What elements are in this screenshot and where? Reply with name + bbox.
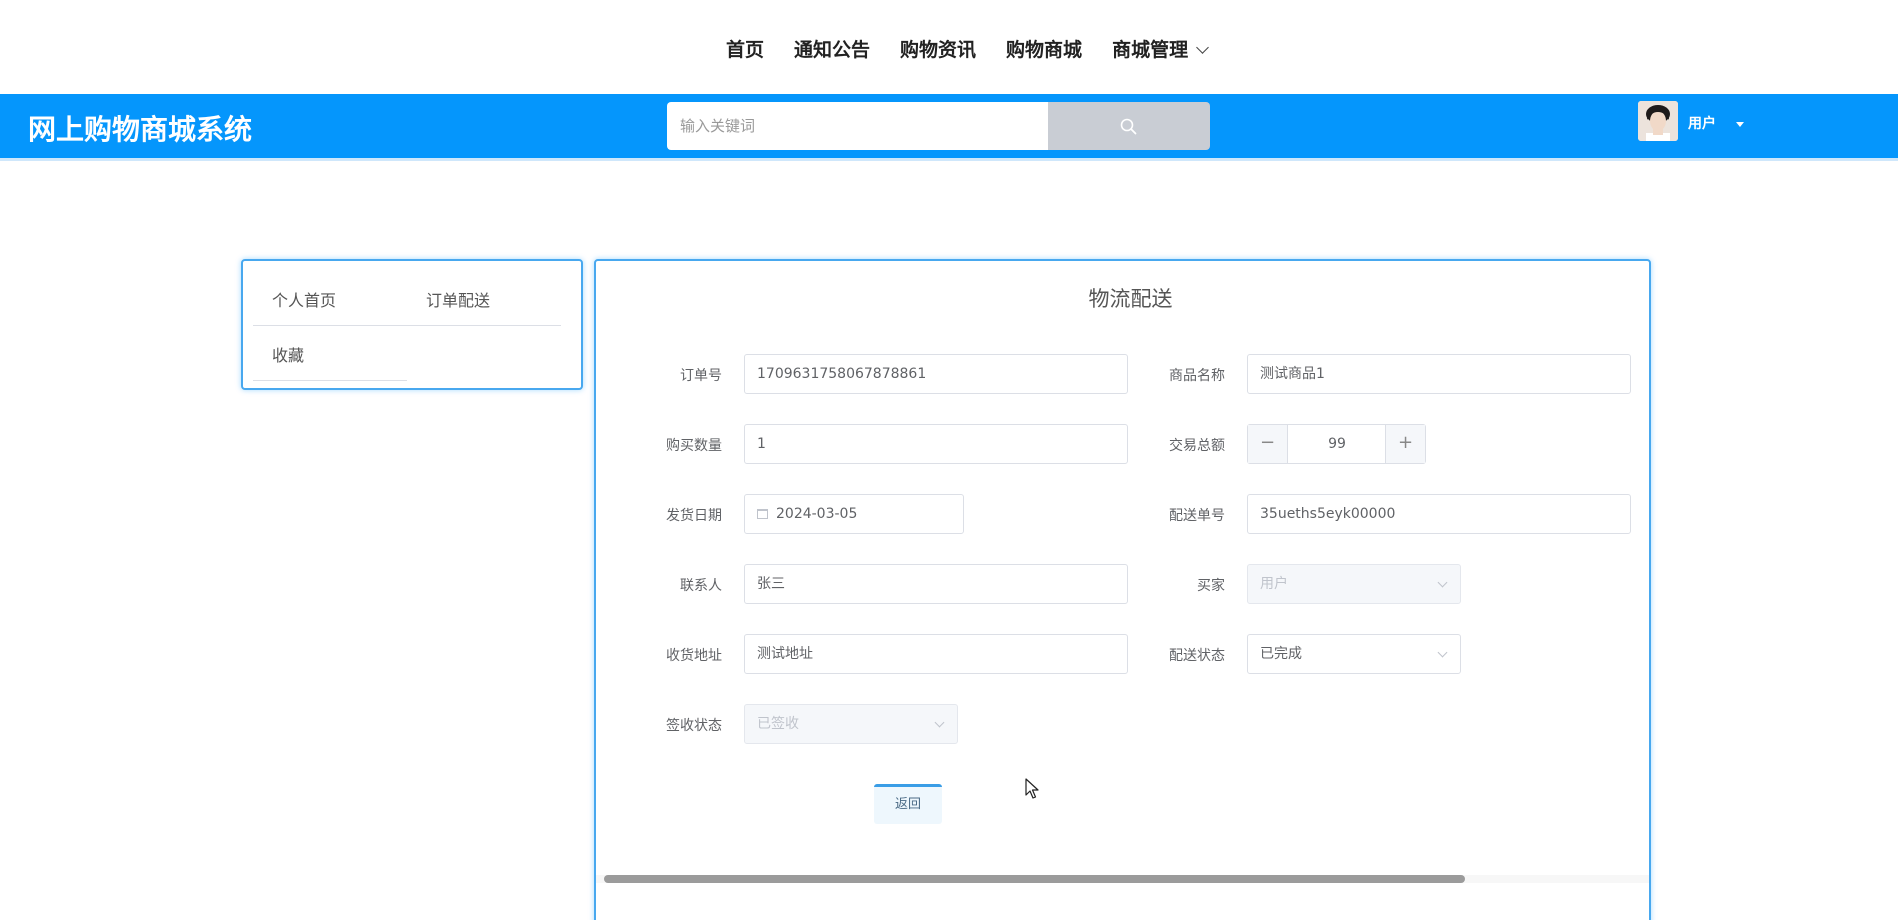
ship-date-value: 2024-03-05 [776, 506, 858, 522]
delivery-no-label: 配送单号 [1169, 508, 1225, 524]
chevron-down-icon [1196, 41, 1209, 54]
sign-status-select: 已签收 [744, 704, 958, 744]
total-label: 交易总额 [1169, 438, 1225, 454]
sign-status-value: 已签收 [757, 716, 799, 732]
horizontal-scrollbar-thumb[interactable] [604, 875, 1465, 883]
contact-label: 联系人 [680, 578, 722, 594]
avatar-image [1638, 101, 1678, 141]
nav-item-news[interactable]: 购物资讯 [900, 36, 976, 64]
quantity-field[interactable]: 1 [744, 424, 1128, 464]
contact-field[interactable]: 张三 [744, 564, 1128, 604]
avatar[interactable] [1638, 101, 1678, 141]
product-name-label: 商品名称 [1169, 368, 1225, 384]
nav-item-manage[interactable]: 商城管理 [1112, 36, 1209, 64]
sidebar-item-profile[interactable]: 个人首页 [272, 287, 336, 311]
nav-item-manage-label: 商城管理 [1112, 39, 1189, 61]
ship-date-label: 发货日期 [666, 508, 722, 524]
order-no-field[interactable]: 1709631758067878861 [744, 354, 1128, 394]
search-input[interactable] [667, 102, 1048, 150]
total-stepper: − 99 + [1247, 424, 1426, 464]
page-title: 物流配送 [1088, 287, 1173, 311]
buyer-value: 用户 [1260, 576, 1288, 592]
chevron-down-icon [1437, 647, 1448, 658]
site-title: 网上购物商城系统 [28, 113, 253, 146]
sidebar-item-order-delivery[interactable]: 订单配送 [426, 287, 490, 311]
nav-menu: 首页 通知公告 购物资讯 购物商城 商城管理 [726, 36, 1237, 64]
top-nav: 首页 通知公告 购物资讯 购物商城 商城管理 [0, 0, 1898, 94]
divider [253, 380, 407, 381]
sign-status-label: 签收状态 [666, 718, 722, 734]
decrement-button[interactable]: − [1248, 425, 1288, 463]
delivery-status-value: 已完成 [1260, 646, 1302, 662]
address-label: 收货地址 [666, 648, 722, 664]
calendar-icon [757, 509, 768, 519]
nav-item-home[interactable]: 首页 [726, 36, 764, 64]
delivery-status-label: 配送状态 [1169, 648, 1225, 664]
sidebar-menu: 个人首页 订单配送 收藏 [241, 259, 583, 390]
ship-date-picker[interactable]: 2024-03-05 [744, 494, 964, 534]
total-value[interactable]: 99 [1289, 425, 1385, 463]
order-no-label: 订单号 [680, 368, 722, 384]
sidebar-item-favorites[interactable]: 收藏 [272, 342, 304, 366]
chevron-down-icon [1437, 577, 1448, 588]
user-name[interactable]: 用户 [1688, 113, 1716, 133]
increment-button[interactable]: + [1385, 425, 1425, 463]
caret-down-icon[interactable] [1736, 122, 1744, 127]
mouse-cursor-icon [1025, 778, 1039, 799]
buyer-select: 用户 [1247, 564, 1461, 604]
logistics-form-card: 物流配送 订单号 1709631758067878861 商品名称 测试商品1 … [594, 259, 1651, 920]
search-button[interactable] [1048, 102, 1210, 150]
back-button[interactable]: 返回 [874, 784, 942, 824]
header-divider [0, 158, 1898, 161]
address-field[interactable]: 测试地址 [744, 634, 1128, 674]
nav-item-notices[interactable]: 通知公告 [794, 36, 870, 64]
buyer-label: 买家 [1197, 578, 1225, 594]
delivery-status-select[interactable]: 已完成 [1247, 634, 1461, 674]
chevron-down-icon [934, 717, 945, 728]
nav-item-mall[interactable]: 购物商城 [1006, 36, 1082, 64]
divider [253, 325, 561, 326]
search-icon [1120, 118, 1137, 135]
product-name-field[interactable]: 测试商品1 [1247, 354, 1631, 394]
quantity-label: 购买数量 [666, 438, 722, 454]
delivery-no-field[interactable]: 35ueths5eyk00000 [1247, 494, 1631, 534]
header-bar: 网上购物商城系统 用户 [0, 94, 1898, 158]
